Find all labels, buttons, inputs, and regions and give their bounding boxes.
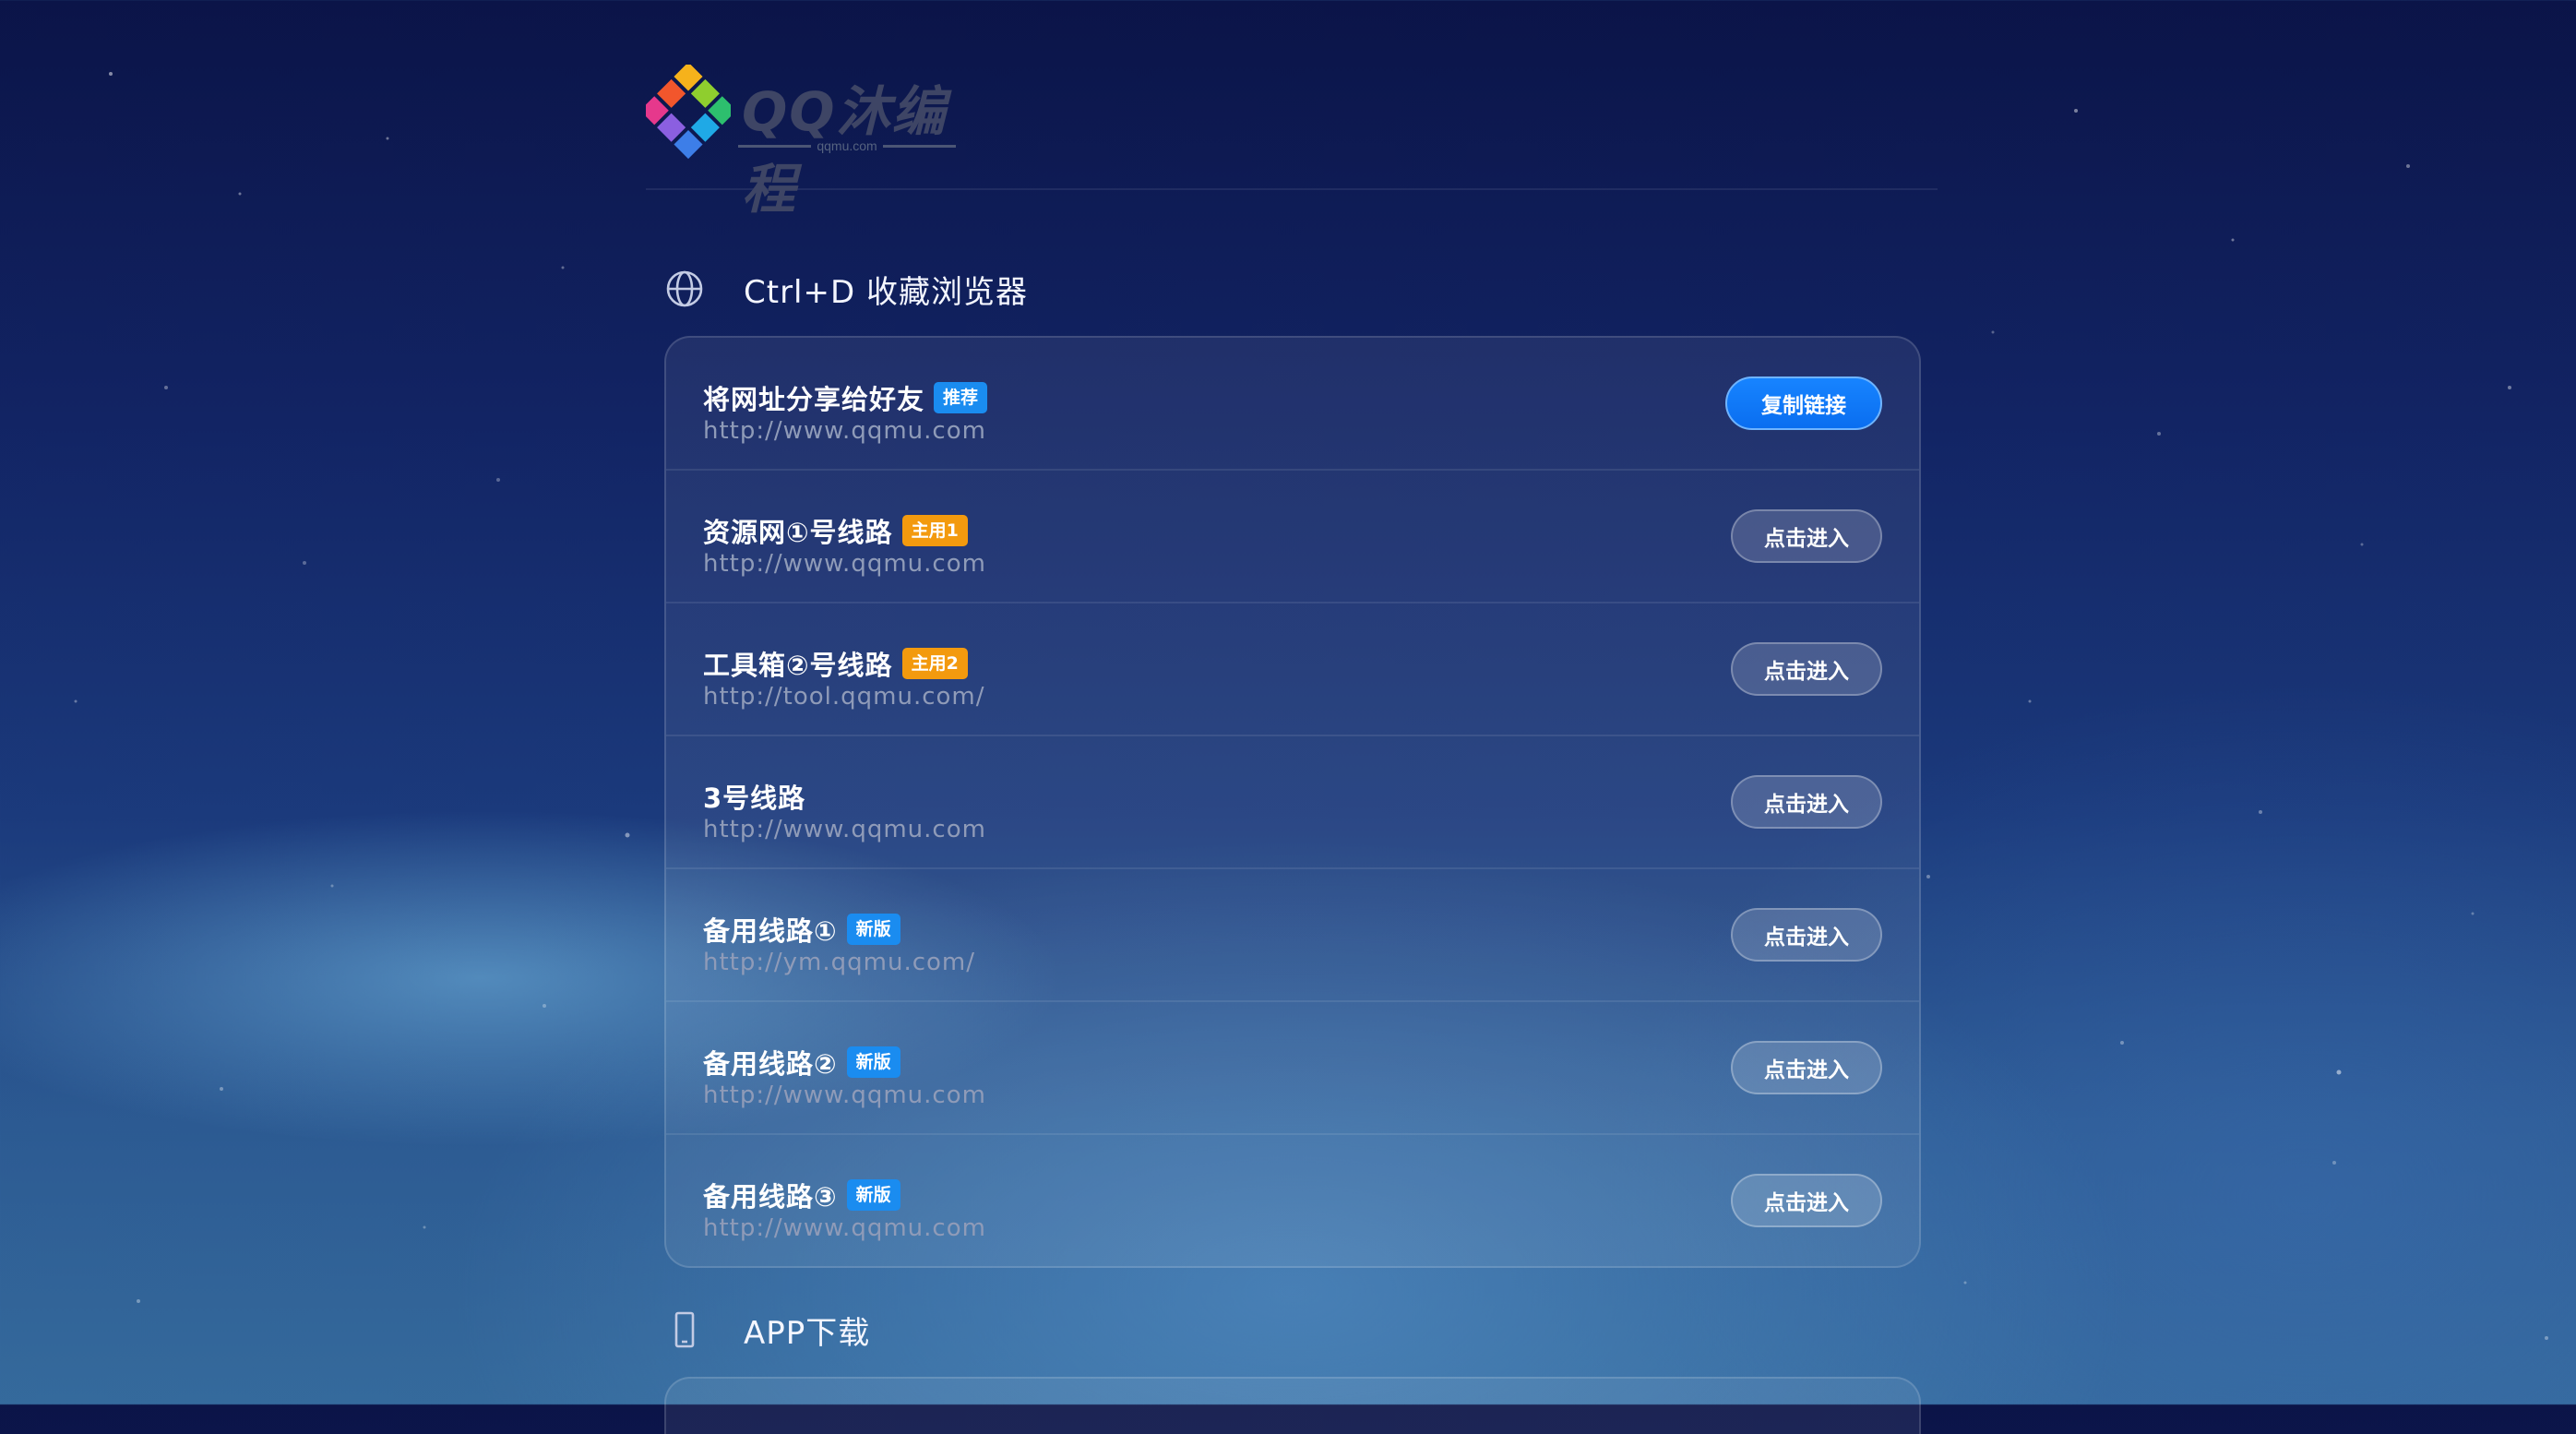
- link-url: http://www.qqmu.com: [703, 550, 986, 578]
- badge-new: 新版: [846, 1046, 900, 1078]
- badge-primary-2: 主用2: [901, 648, 968, 679]
- section-title-label: Ctrl+D 收藏浏览器: [744, 273, 1028, 311]
- enter-button[interactable]: 点击进入: [1731, 1041, 1882, 1094]
- brand-domain: qqmu.com: [817, 138, 877, 153]
- enter-button[interactable]: 点击进入: [1731, 775, 1882, 829]
- link-name: 备用线路②: [703, 1048, 838, 1080]
- section-title-bookmark: Ctrl+D 收藏浏览器: [664, 247, 1938, 330]
- enter-button[interactable]: 点击进入: [1731, 509, 1882, 563]
- link-row: 3号线路 http://www.qqmu.com 点击进入: [666, 736, 1919, 869]
- link-row: 备用线路② 新版 http://www.qqmu.com 点击进入: [666, 1002, 1919, 1135]
- brand-logo[interactable]: QQ沐编程 qqmu.com: [646, 65, 957, 221]
- link-name: 工具箱②号线路: [703, 650, 893, 681]
- link-url: http://ym.qqmu.com/: [703, 949, 975, 976]
- link-url: http://www.qqmu.com: [703, 1214, 986, 1242]
- link-name: 资源网①号线路: [703, 517, 893, 548]
- link-name: 备用线路①: [703, 915, 838, 947]
- copy-link-button[interactable]: 复制链接: [1725, 376, 1882, 430]
- enter-button[interactable]: 点击进入: [1731, 642, 1882, 696]
- header: QQ沐编程 qqmu.com: [646, 0, 1938, 221]
- link-url: http://www.qqmu.com: [703, 417, 986, 445]
- logo-diamond-icon: [646, 65, 731, 160]
- enter-button[interactable]: 点击进入: [1731, 908, 1882, 962]
- enter-button[interactable]: 点击进入: [1731, 1174, 1882, 1227]
- link-list-card: 将网址分享给好友 推荐 http://www.qqmu.com 复制链接 资源网…: [664, 336, 1921, 1268]
- link-url: http://tool.qqmu.com/: [703, 683, 985, 711]
- link-url: http://www.qqmu.com: [703, 1081, 986, 1109]
- link-name: 3号线路: [703, 783, 806, 814]
- link-row: 将网址分享给好友 推荐 http://www.qqmu.com 复制链接: [666, 338, 1919, 471]
- badge-recommend: 推荐: [934, 382, 988, 413]
- link-name: 备用线路③: [703, 1181, 838, 1213]
- section-title-label: APP下载: [744, 1314, 871, 1352]
- app-download-card: [664, 1377, 1921, 1434]
- link-row: 备用线路③ 新版 http://www.qqmu.com 点击进入: [666, 1135, 1919, 1266]
- link-url: http://www.qqmu.com: [703, 816, 986, 843]
- link-name: 将网址分享给好友: [703, 384, 925, 415]
- mobile-phone-icon: [664, 1309, 705, 1350]
- page-container: QQ沐编程 qqmu.com Ctrl+D 收藏浏览器 将网址分享给好友 推荐: [646, 0, 1938, 1434]
- badge-primary-1: 主用1: [901, 515, 968, 546]
- globe-icon: [664, 269, 705, 309]
- badge-new: 新版: [846, 914, 900, 945]
- link-row: 资源网①号线路 主用1 http://www.qqmu.com 点击进入: [666, 471, 1919, 603]
- link-row: 备用线路① 新版 http://ym.qqmu.com/ 点击进入: [666, 869, 1919, 1002]
- badge-new: 新版: [846, 1179, 900, 1211]
- brand-domain-line: qqmu.com: [738, 138, 957, 153]
- link-row: 工具箱②号线路 主用2 http://tool.qqmu.com/ 点击进入: [666, 603, 1919, 736]
- section-title-app-download: APP下载: [664, 1288, 1938, 1371]
